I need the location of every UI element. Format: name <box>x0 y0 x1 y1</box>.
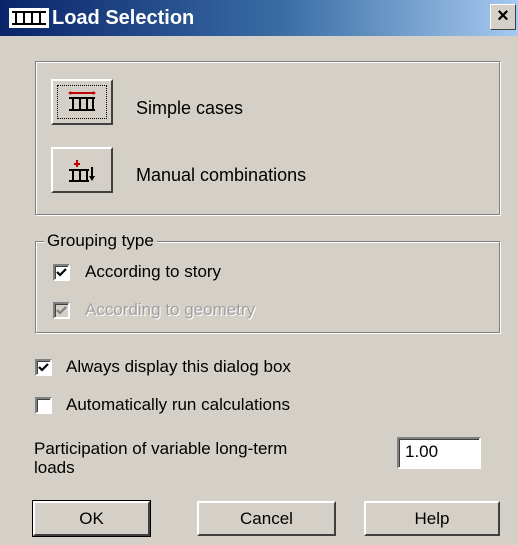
auto-run-label: Automatically run calculations <box>66 395 290 414</box>
ok-button[interactable]: OK <box>32 500 151 537</box>
according-to-story-checkbox[interactable] <box>53 264 70 281</box>
close-button[interactable]: × <box>490 4 516 30</box>
according-to-story-label: According to story <box>85 262 222 281</box>
according-to-geometry-label: According to geometry <box>85 300 256 319</box>
help-button[interactable]: Help <box>364 501 500 536</box>
checkmark-icon <box>38 363 49 372</box>
simple-cases-button[interactable] <box>51 79 113 125</box>
always-display-checkbox[interactable] <box>35 359 52 376</box>
checkmark-icon <box>56 306 67 315</box>
participation-label-line1: Participation of variable long-term <box>34 439 288 458</box>
manual-combinations-icon <box>69 160 95 182</box>
manual-combinations-button[interactable] <box>51 147 113 193</box>
simple-cases-icon <box>68 91 96 111</box>
grouping-type-title: Grouping type <box>44 231 157 251</box>
auto-run-checkbox[interactable] <box>35 397 52 414</box>
participation-input[interactable]: 1.00 <box>397 437 481 469</box>
according-to-geometry-checkbox[interactable] <box>53 302 70 319</box>
participation-label-line2: loads <box>34 458 75 477</box>
load-selection-dialog: Load Selection × Simple cases Manual com… <box>0 0 518 545</box>
always-display-label: Always display this dialog box <box>66 357 291 376</box>
checkmark-icon <box>56 268 67 277</box>
cancel-button[interactable]: Cancel <box>197 501 336 536</box>
dialog-title: Load Selection <box>52 7 195 29</box>
simple-cases-label: Simple cases <box>136 98 244 118</box>
manual-combinations-label: Manual combinations <box>136 165 307 185</box>
load-icon <box>9 8 49 28</box>
title-bar[interactable]: Load Selection × <box>0 0 518 36</box>
